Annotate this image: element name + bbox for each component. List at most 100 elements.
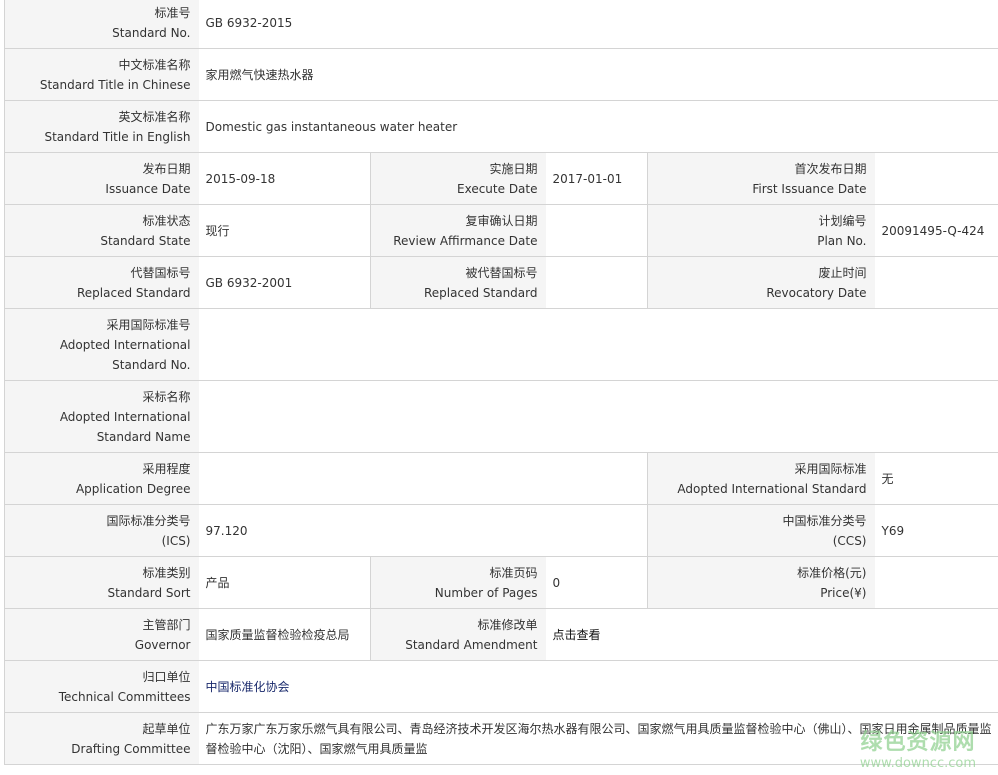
label-cn: 发布日期 xyxy=(142,161,191,176)
label-cn: 归口单位 xyxy=(142,669,191,684)
label-cn: 主管部门 xyxy=(142,617,191,632)
label-en: (CCS) xyxy=(832,533,867,548)
watermark-logo: 绿色资源网 www.downcc.com xyxy=(860,724,976,771)
label-en: Governor xyxy=(134,637,191,652)
label-review: 复审确认日期 Review Affirmance Date xyxy=(370,204,546,257)
label-en: Standard Name xyxy=(96,429,191,444)
label-ccs: 中国标准分类号 (CCS) xyxy=(647,504,875,557)
label-cn: 采用国际标准号 xyxy=(106,317,191,332)
value-adopted-name xyxy=(198,380,998,453)
label-sort: 标准类别 Standard Sort xyxy=(4,556,199,609)
row-drafting: 起草单位 Drafting Committee 广东万家广东万家乐燃气具有限公司、… xyxy=(4,712,998,765)
label-en: Review Affirmance Date xyxy=(393,233,538,248)
row-standard-no: 标准号 Standard No. GB 6932-2015 xyxy=(4,0,998,49)
label-en: Issuance Date xyxy=(105,181,191,196)
standard-info-table: 标准号 Standard No. GB 6932-2015 中文标准名称 Stand… xyxy=(4,0,998,765)
row-title-cn: 中文标准名称 Standard Title in Chinese 家用燃气快速热水… xyxy=(4,48,998,101)
value-issuance: 2015-09-18 xyxy=(198,152,371,205)
row-sort: 标准类别 Standard Sort 产品 标准页码 Number of Pages… xyxy=(4,556,998,609)
row-replaced: 代替国标号 Replaced Standard GB 6932-2001 被代替国… xyxy=(4,256,998,309)
label-en: Standard Title in Chinese xyxy=(39,77,191,92)
row-governor: 主管部门 Governor 国家质量监督检验检疫总局 标准修改单 Standard … xyxy=(4,608,998,661)
label-cn: 实施日期 xyxy=(489,161,538,176)
label-en: Standard Amendment xyxy=(405,637,538,652)
label-en: Price(¥) xyxy=(820,585,867,600)
row-adopted-name: 采标名称 Adopted International Standard Name xyxy=(4,380,998,453)
label-drafting: 起草单位 Drafting Committee xyxy=(4,712,199,765)
value-plan: 20091495-Q-424 xyxy=(874,204,998,257)
label-cn: 代替国标号 xyxy=(130,265,191,280)
label-en: Replaced Standard xyxy=(77,285,191,300)
label-en: Technical Committees xyxy=(58,689,191,704)
value-revocatory xyxy=(874,256,998,309)
label-en: Standard No. xyxy=(112,357,191,372)
value-title-cn: 家用燃气快速热水器 xyxy=(198,48,998,101)
label-cn: 国际标准分类号 xyxy=(106,513,191,528)
label-cn: 标准类别 xyxy=(142,565,191,580)
label-state: 标准状态 Standard State xyxy=(4,204,199,257)
label-amendment: 标准修改单 Standard Amendment xyxy=(370,608,546,661)
label-cn: 计划编号 xyxy=(818,213,867,228)
value-pages: 0 xyxy=(545,556,648,609)
row-dates: 发布日期 Issuance Date 2015-09-18 实施日期 Execute… xyxy=(4,152,998,205)
value-state: 现行 xyxy=(198,204,371,257)
tech-committee-link[interactable]: 中国标准化协会 xyxy=(206,680,290,694)
value-execute: 2017-01-01 xyxy=(545,152,648,205)
label-cn: 标准状态 xyxy=(142,213,191,228)
label-cn: 复审确认日期 xyxy=(465,213,538,228)
row-ics: 国际标准分类号 (ICS) 97.120 中国标准分类号 (CCS) Y69 xyxy=(4,504,998,557)
label-cn: 采用国际标准 xyxy=(794,461,867,476)
label-cn: 英文标准名称 xyxy=(118,109,191,124)
watermark-cn: 绿色资源网 xyxy=(860,730,976,755)
label-en: Replaced Standard xyxy=(424,285,538,300)
label-en: Application Degree xyxy=(75,481,191,496)
value-title-en: Domestic gas instantaneous water heater xyxy=(198,100,998,153)
label-cn: 标准号 xyxy=(154,5,191,20)
value-standard-no: GB 6932-2015 xyxy=(198,0,998,49)
label-cn: 中国标准分类号 xyxy=(782,513,867,528)
label-cn: 首次发布日期 xyxy=(794,161,867,176)
label-en: Execute Date xyxy=(457,181,538,196)
label-replaced: 代替国标号 Replaced Standard xyxy=(4,256,199,309)
label-cn: 标准价格(元) xyxy=(797,565,867,580)
label-en: Standard State xyxy=(100,233,191,248)
value-ics: 97.120 xyxy=(198,504,648,557)
label-standard-no: 标准号 Standard No. xyxy=(4,0,199,49)
row-title-en: 英文标准名称 Standard Title in English Domestic… xyxy=(4,100,998,153)
label-cn: 标准修改单 xyxy=(477,617,538,632)
label-en: Number of Pages xyxy=(434,585,538,600)
value-adopted-intl: 无 xyxy=(874,452,998,505)
label-en: Plan No. xyxy=(817,233,867,248)
label-price: 标准价格(元) Price(¥) xyxy=(647,556,875,609)
label-app-degree: 采用程度 Application Degree xyxy=(4,452,199,505)
label-replaced-by: 被代替国标号 Replaced Standard xyxy=(370,256,546,309)
value-ccs: Y69 xyxy=(874,504,998,557)
amendment-link[interactable]: 点击查看 xyxy=(553,628,601,642)
label-cn: 废止时间 xyxy=(818,265,867,280)
label-en: (ICS) xyxy=(161,533,191,548)
value-tech: 中国标准化协会 xyxy=(198,660,998,713)
label-en: Drafting Committee xyxy=(71,741,191,756)
label-execute: 实施日期 Execute Date xyxy=(370,152,546,205)
label-tech: 归口单位 Technical Committees xyxy=(4,660,199,713)
label-en: Standard No. xyxy=(112,25,191,40)
label-cn: 采用程度 xyxy=(142,461,191,476)
label-cn: 被代替国标号 xyxy=(465,265,538,280)
label-adopted-name: 采标名称 Adopted International Standard Name xyxy=(4,380,199,453)
label-title-cn: 中文标准名称 Standard Title in Chinese xyxy=(4,48,199,101)
value-amendment: 点击查看 xyxy=(545,608,998,661)
label-cn: 起草单位 xyxy=(142,721,191,736)
label-cn: 采标名称 xyxy=(142,389,191,404)
label-en: First Issuance Date xyxy=(752,181,867,196)
value-review xyxy=(545,204,648,257)
label-governor: 主管部门 Governor xyxy=(4,608,199,661)
value-governor: 国家质量监督检验检疫总局 xyxy=(198,608,371,661)
row-tech: 归口单位 Technical Committees 中国标准化协会 xyxy=(4,660,998,713)
value-replaced-by xyxy=(545,256,648,309)
label-first-issuance: 首次发布日期 First Issuance Date xyxy=(647,152,875,205)
label-adopted-no: 采用国际标准号 Adopted International Standard No. xyxy=(4,308,199,381)
label-ics: 国际标准分类号 (ICS) xyxy=(4,504,199,557)
label-en: Standard Sort xyxy=(107,585,191,600)
label-en: Revocatory Date xyxy=(766,285,867,300)
value-price xyxy=(874,556,998,609)
